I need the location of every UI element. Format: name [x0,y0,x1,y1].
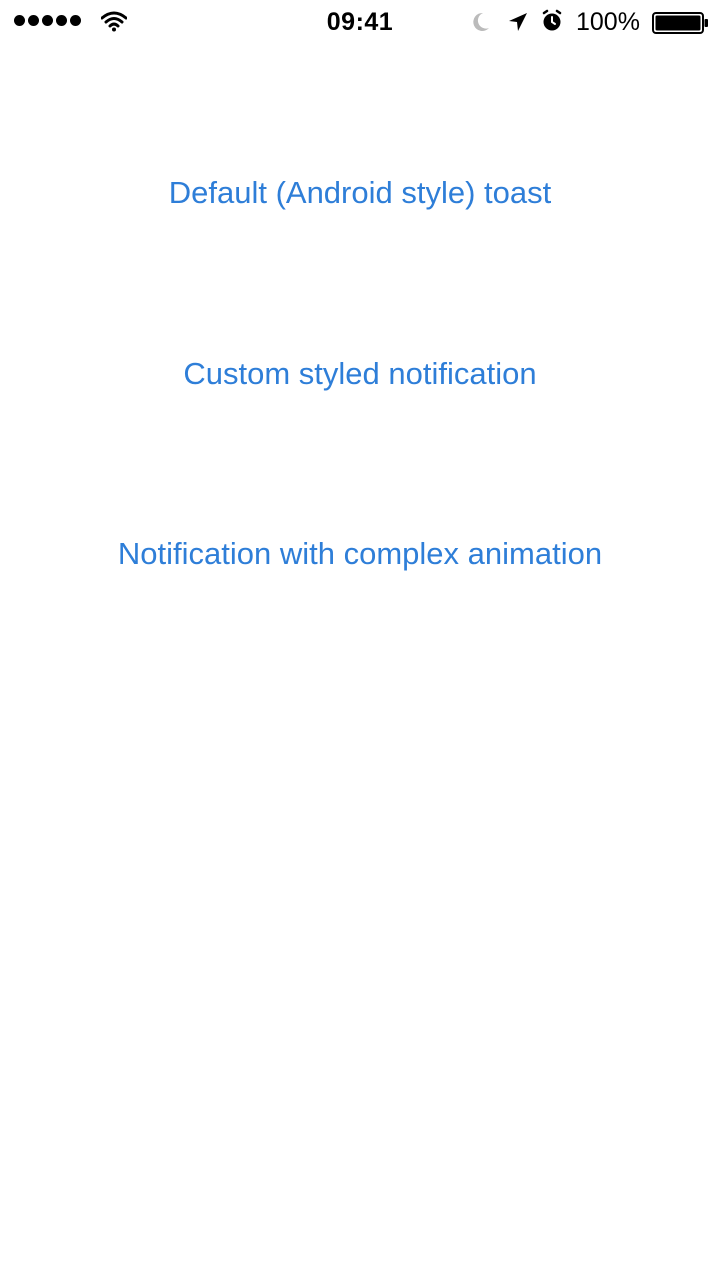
complex-animation-notification-button[interactable]: Notification with complex animation [0,534,720,574]
custom-styled-notification-button[interactable]: Custom styled notification [0,354,720,394]
status-bar: 09:41 100% [0,0,720,44]
moon-icon [473,12,489,31]
location-icon [509,13,527,31]
alarm-icon [542,9,562,31]
battery-icon [652,12,708,34]
battery-percent: 100% [576,8,640,36]
default-toast-button[interactable]: Default (Android style) toast [0,173,720,213]
